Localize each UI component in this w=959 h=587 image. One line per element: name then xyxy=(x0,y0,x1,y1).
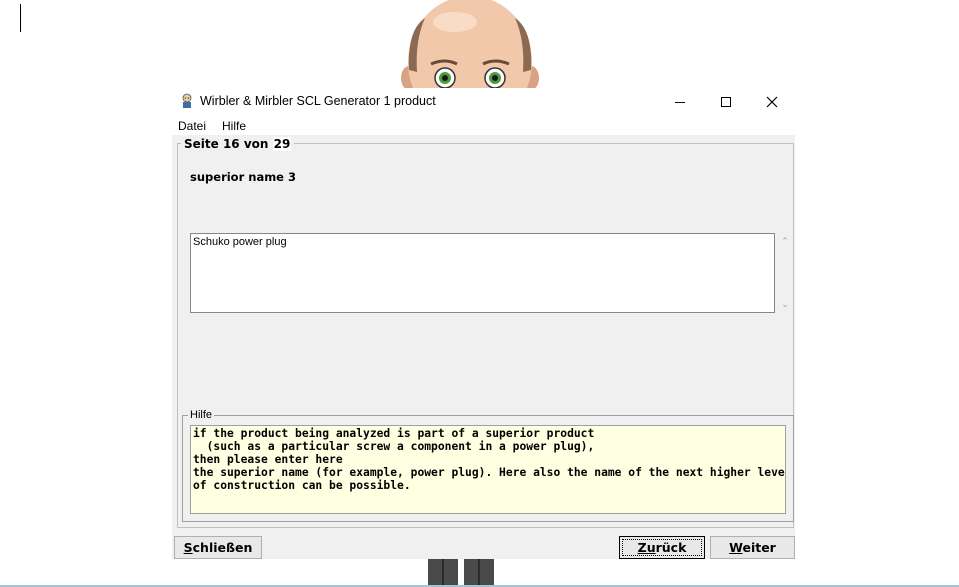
minimize-button[interactable] xyxy=(657,88,703,116)
mascot-legs-image xyxy=(428,559,494,587)
back-button[interactable]: Zurück xyxy=(619,536,705,559)
app-window: Wirbler & Mirbler SCL Generator 1 produc… xyxy=(172,88,795,559)
close-button-label: chließen xyxy=(192,540,253,555)
maximize-button[interactable] xyxy=(703,88,749,116)
help-text: if the product being analyzed is part of… xyxy=(190,425,786,514)
page-indicator-prefix: Seite 16 von xyxy=(184,137,273,151)
next-button[interactable]: Weiter xyxy=(710,536,795,559)
page-total: 29 xyxy=(272,137,292,151)
close-button[interactable]: Schließen xyxy=(174,536,262,559)
mascot-head-image xyxy=(401,0,539,88)
field-title: superior name 3 xyxy=(190,170,296,184)
text-caret xyxy=(20,4,21,32)
close-button-accel: S xyxy=(183,540,193,555)
page-indicator: Seite 16 von 29 xyxy=(181,137,295,151)
scroll-down-icon[interactable]: ⌄ xyxy=(780,299,790,309)
next-button-label: eiter xyxy=(742,540,776,555)
help-legend: Hilfe xyxy=(188,409,215,421)
menu-bar: Datei Hilfe xyxy=(172,116,795,135)
maximize-icon xyxy=(721,97,731,107)
menu-hilfe[interactable]: Hilfe xyxy=(222,119,246,133)
title-bar: Wirbler & Mirbler SCL Generator 1 produc… xyxy=(172,88,795,116)
superior-name-input[interactable]: Schuko power plug xyxy=(190,233,775,313)
close-window-button[interactable] xyxy=(749,88,795,116)
window-title: Wirbler & Mirbler SCL Generator 1 produc… xyxy=(200,94,436,108)
scroll-up-icon[interactable]: ⌃ xyxy=(780,236,790,246)
app-icon xyxy=(182,93,192,108)
close-icon xyxy=(766,96,778,108)
minimize-icon xyxy=(675,102,685,103)
next-button-accel: W xyxy=(729,540,743,555)
menu-datei[interactable]: Datei xyxy=(178,119,206,133)
